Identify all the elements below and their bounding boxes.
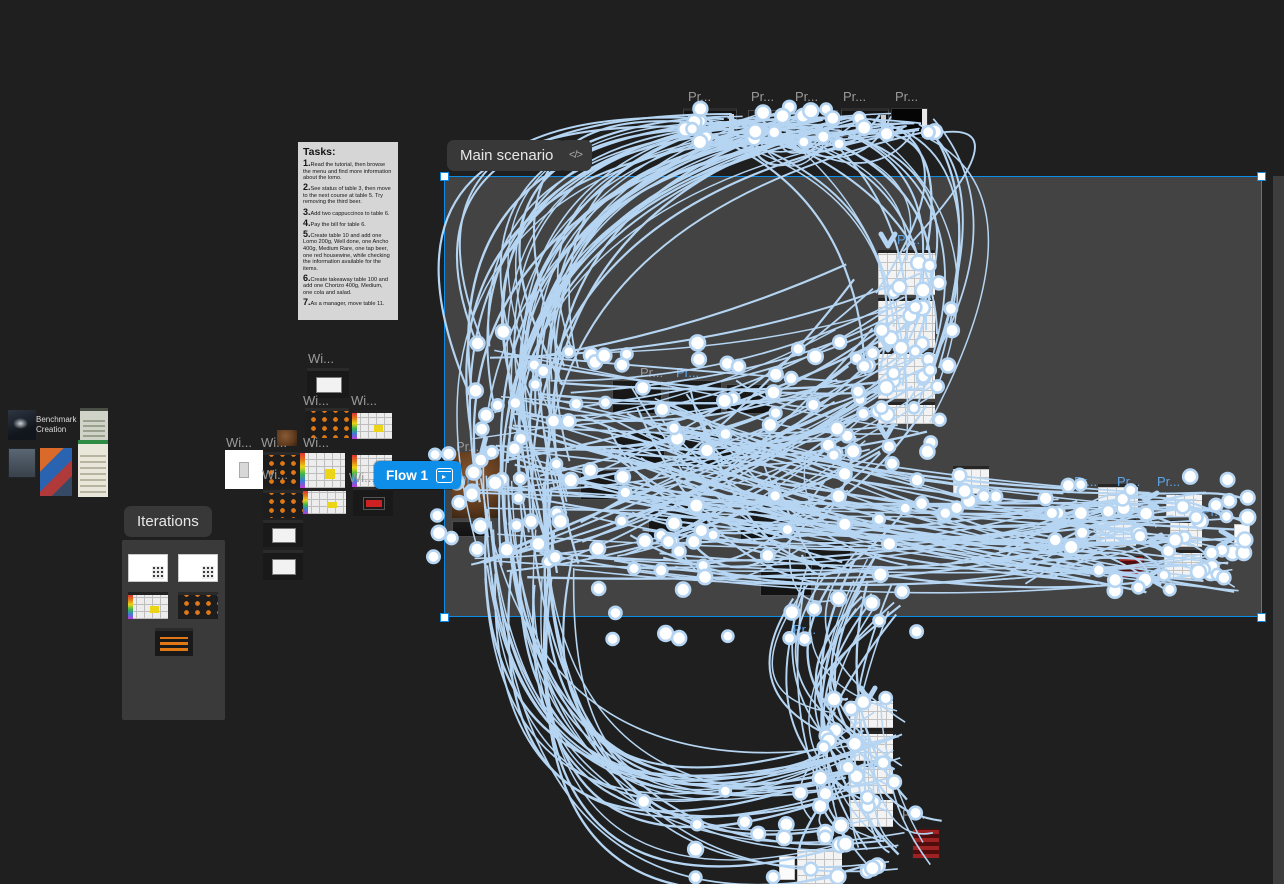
frame-thumbnail[interactable] xyxy=(8,410,36,440)
frame-thumbnail[interactable] xyxy=(878,402,935,424)
frame-thumbnail[interactable] xyxy=(678,434,734,468)
frame-thumbnail[interactable] xyxy=(1118,556,1144,578)
frame-thumbnail[interactable] xyxy=(760,558,812,596)
frame-label[interactable]: Pr... xyxy=(676,365,699,380)
frame-thumbnail[interactable] xyxy=(1234,524,1250,547)
iterations-section-pill[interactable]: Iterations xyxy=(124,506,212,537)
frame-label[interactable]: Pr... xyxy=(751,89,774,104)
frame-thumbnail[interactable] xyxy=(850,731,893,761)
frame-thumbnail[interactable] xyxy=(452,521,494,537)
frame-label[interactable]: Pr... xyxy=(902,807,925,822)
frame-thumbnail[interactable] xyxy=(8,448,36,478)
frame-label[interactable]: Wi... xyxy=(303,435,329,450)
frame-thumbnail[interactable] xyxy=(878,351,935,399)
frame-thumbnail[interactable] xyxy=(300,450,345,488)
frame-thumbnail[interactable] xyxy=(128,592,168,619)
frame-thumbnail[interactable] xyxy=(615,430,665,464)
frame-label[interactable]: Pr... xyxy=(793,622,816,637)
frame-label[interactable]: Wi... xyxy=(303,393,329,408)
frame-label[interactable]: Pr... xyxy=(458,473,481,488)
task-item: 2.See status of table 3, then move to th… xyxy=(303,184,393,206)
frame-thumbnail[interactable] xyxy=(303,488,346,514)
flow-start-icon xyxy=(436,468,453,483)
frame-label[interactable]: Pr... xyxy=(456,439,479,454)
frame-thumbnail[interactable] xyxy=(40,448,72,496)
frame-thumbnail[interactable] xyxy=(1164,550,1202,579)
frame-thumbnail[interactable] xyxy=(850,797,893,827)
frame-thumbnail[interactable] xyxy=(352,410,392,439)
figma-canvas: Pr... Pr... Pr... Pr... Pr... Pr... Pr... Pr...… xyxy=(0,0,1284,884)
frame-thumbnail[interactable] xyxy=(794,110,838,136)
frame-thumbnail[interactable] xyxy=(225,450,263,489)
frame-thumbnail[interactable] xyxy=(128,554,168,582)
main-scenario-section[interactable] xyxy=(444,176,1262,617)
tasks-title: Tasks: xyxy=(303,146,393,158)
frame-thumbnail[interactable] xyxy=(263,490,303,518)
task-item: 1.Read the tutorial, then browse the men… xyxy=(303,160,393,182)
section-title-pill[interactable]: Main scenario xyxy=(447,140,566,171)
frame-thumbnail[interactable] xyxy=(178,592,218,619)
frame-thumbnail[interactable] xyxy=(305,408,349,438)
frame-thumbnail[interactable] xyxy=(912,828,940,859)
frame-label[interactable]: Pr... xyxy=(1074,474,1097,489)
frame-thumbnail[interactable] xyxy=(740,500,790,540)
task-item: 4.Pay the bill for table 6. xyxy=(303,220,393,229)
selection-handle-top-right[interactable] xyxy=(1257,172,1266,181)
frame-thumbnail[interactable] xyxy=(850,698,893,728)
frame-thumbnail[interactable] xyxy=(78,440,108,497)
frame-thumbnail[interactable] xyxy=(878,298,935,348)
flow-label: Flow 1 xyxy=(386,468,428,483)
tasks-list: 1.Read the tutorial, then browse the men… xyxy=(303,160,393,308)
frame-label[interactable]: Wi... xyxy=(349,470,375,485)
frame-thumbnail[interactable] xyxy=(779,856,795,880)
frame-thumbnail[interactable] xyxy=(797,846,842,884)
frame-label[interactable]: Wi... xyxy=(262,467,288,482)
frame-thumbnail[interactable] xyxy=(648,500,708,540)
code-view-button[interactable]: </> xyxy=(559,140,592,171)
selection-handle-bottom-right[interactable] xyxy=(1257,613,1266,622)
frame-thumbnail[interactable] xyxy=(878,250,935,295)
frame-thumbnail[interactable] xyxy=(748,110,790,135)
frame-thumbnail[interactable] xyxy=(612,380,662,414)
task-item: 6.Create takeaway table 100 and add one … xyxy=(303,275,393,297)
benchmark-creation-label[interactable]: Benchmark Creation xyxy=(36,415,80,435)
frame-label[interactable]: Pr... xyxy=(1117,474,1140,489)
frame-thumbnail[interactable] xyxy=(683,108,737,135)
frame-label[interactable]: Wi... xyxy=(261,435,287,450)
selection-handle-top-left[interactable] xyxy=(440,172,449,181)
frame-thumbnail[interactable] xyxy=(668,380,722,414)
frame-thumbnail[interactable] xyxy=(850,764,893,794)
frame-thumbnail[interactable] xyxy=(178,554,218,582)
frame-label[interactable]: Wi... xyxy=(226,435,252,450)
task-item: 7.As a manager, move table 11. xyxy=(303,299,393,308)
flow-start-badge[interactable]: Flow 1 xyxy=(374,461,461,489)
tasks-note[interactable]: Tasks: 1.Read the tutorial, then browse … xyxy=(298,142,398,320)
offscreen-section-edge xyxy=(1273,176,1284,884)
frame-thumbnail[interactable] xyxy=(353,487,393,516)
frame-label[interactable]: Pr... xyxy=(895,89,918,104)
frame-thumbnail[interactable] xyxy=(1096,518,1136,546)
frame-label[interactable]: Pr... xyxy=(688,89,711,104)
frame-thumbnail[interactable] xyxy=(841,108,889,137)
frame-thumbnail[interactable] xyxy=(953,466,989,494)
frame-thumbnail[interactable] xyxy=(1166,492,1202,517)
task-item: 5.Create table 10 and add one Lomo 200g,… xyxy=(303,231,393,273)
task-item: 3.Add two cappuccinos to table 6. xyxy=(303,209,393,218)
frame-label[interactable]: Pr... xyxy=(1157,474,1180,489)
frame-thumbnail[interactable] xyxy=(155,628,193,656)
frame-label[interactable]: Pr... xyxy=(843,89,866,104)
frame-thumbnail[interactable] xyxy=(891,108,928,138)
frame-thumbnail[interactable] xyxy=(263,550,303,580)
frame-label[interactable]: Wi... xyxy=(308,351,334,366)
frame-thumbnail[interactable] xyxy=(263,520,303,547)
frame-label[interactable]: Pr... xyxy=(897,232,920,247)
frame-thumbnail[interactable] xyxy=(726,384,772,414)
frame-label[interactable]: Pr... xyxy=(795,89,818,104)
frame-thumbnail[interactable] xyxy=(1170,520,1202,547)
frame-label[interactable]: Pr... xyxy=(640,365,663,380)
frame-thumbnail[interactable] xyxy=(580,470,620,500)
frame-label[interactable]: Wi... xyxy=(351,393,377,408)
frame-label[interactable]: Pr... xyxy=(1202,504,1225,519)
selection-handle-bottom-left[interactable] xyxy=(440,613,449,622)
